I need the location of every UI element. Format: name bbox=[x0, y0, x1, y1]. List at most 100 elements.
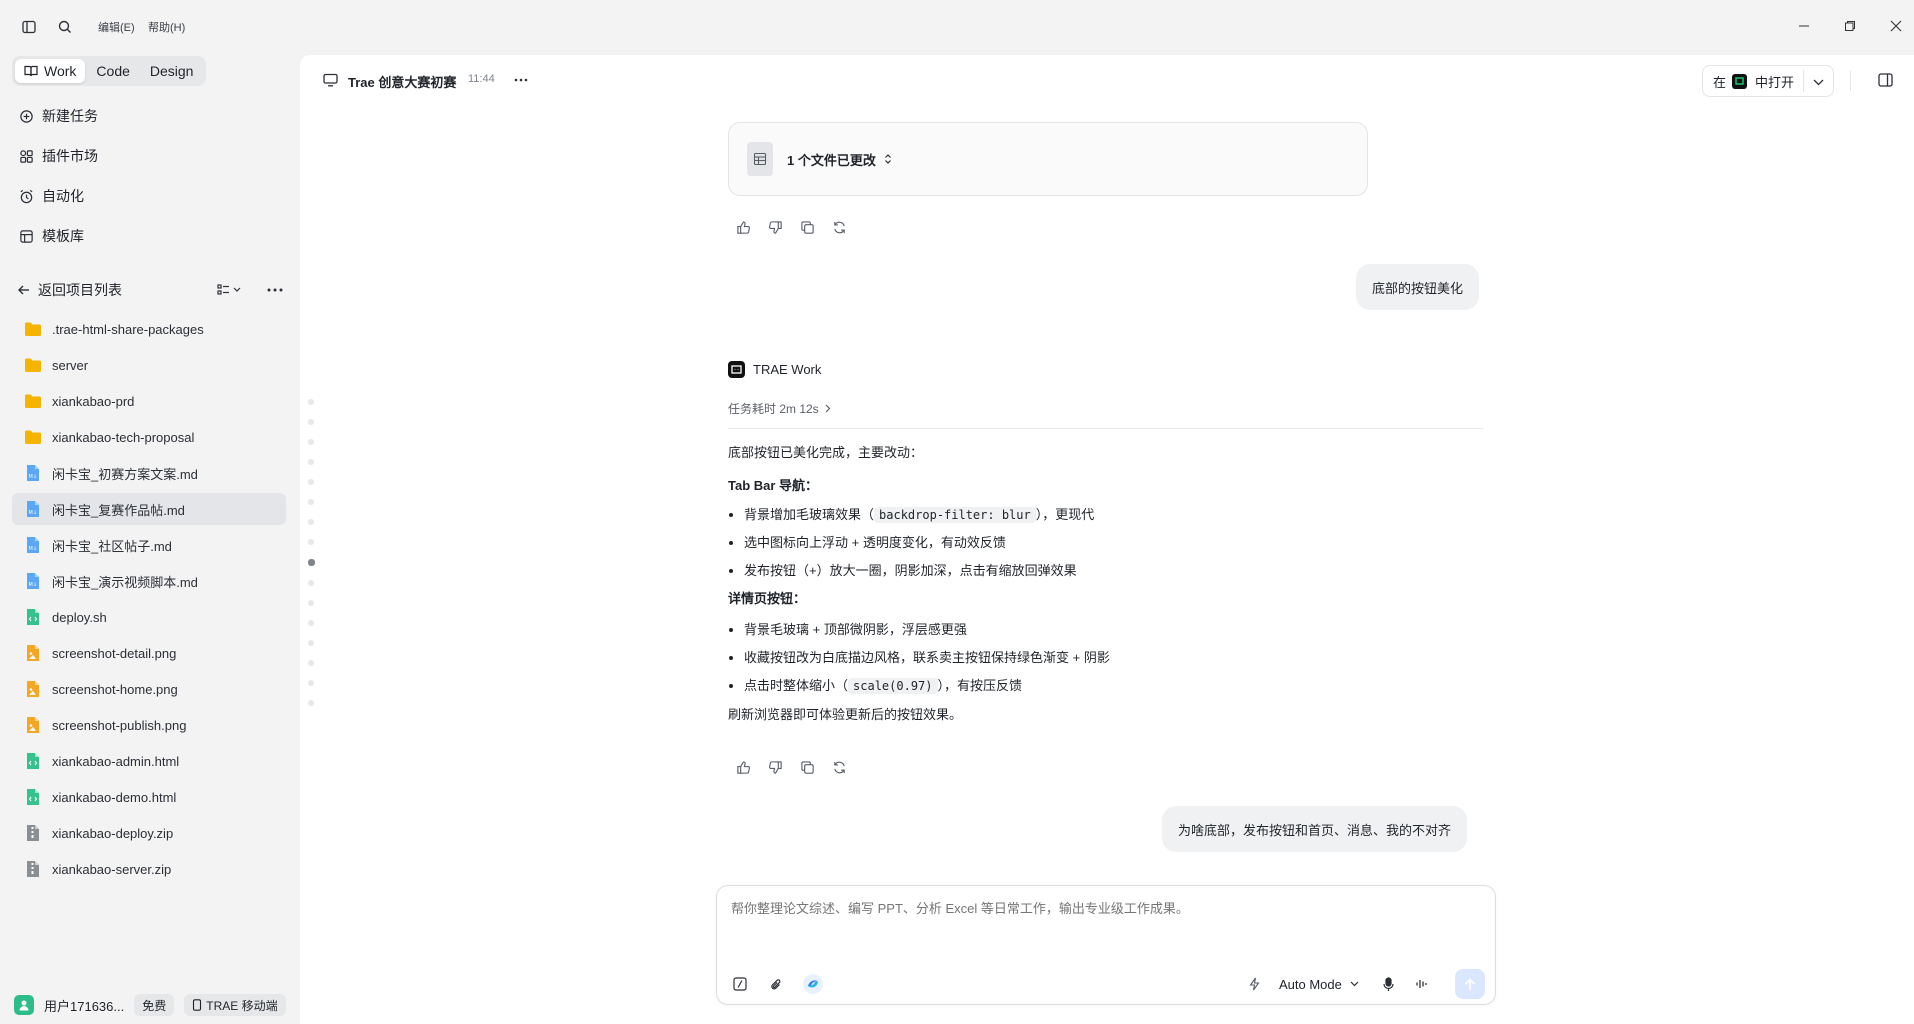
folder-item[interactable]: .trae-html-share-packages bbox=[12, 313, 286, 345]
file-item[interactable]: M↓ 闲卡宝_初赛方案文案.md bbox=[12, 457, 286, 489]
divider bbox=[728, 428, 1484, 429]
file-item[interactable]: screenshot-home.png bbox=[12, 673, 286, 705]
markdown-file-icon: M↓ bbox=[24, 572, 42, 590]
prompt-input[interactable] bbox=[731, 898, 1481, 952]
conversation-title: Trae 创意大赛初赛 bbox=[348, 75, 457, 90]
menu-edit[interactable]: 编辑(E) bbox=[98, 19, 135, 35]
regenerate-icon[interactable] bbox=[830, 218, 848, 236]
task-duration-toggle[interactable]: 任务耗时 2m 12s bbox=[728, 400, 831, 417]
folder-icon bbox=[24, 428, 42, 446]
folder-item[interactable]: xiankabao-prd bbox=[12, 385, 286, 417]
thumbs-up-icon[interactable] bbox=[734, 218, 752, 236]
mode-tab-label: Work bbox=[44, 63, 77, 79]
send-button[interactable] bbox=[1455, 969, 1485, 999]
arrow-left-icon[interactable] bbox=[16, 282, 32, 298]
lightning-icon[interactable] bbox=[1245, 975, 1263, 993]
nav-templates[interactable]: 模板库 bbox=[18, 224, 84, 248]
file-name: xiankabao-tech-proposal bbox=[52, 429, 195, 445]
message-actions bbox=[734, 218, 848, 238]
thumbs-down-icon[interactable] bbox=[766, 218, 784, 236]
file-item[interactable]: deploy.sh bbox=[12, 601, 286, 633]
code-file-icon bbox=[24, 608, 42, 626]
changed-files-label: 1 个文件已更改 bbox=[787, 152, 876, 168]
image-file-icon bbox=[24, 680, 42, 698]
trae-logo-icon bbox=[728, 361, 745, 378]
voice-wave-icon[interactable] bbox=[1413, 975, 1431, 993]
file-item[interactable]: M↓ 闲卡宝_演示视频脚本.md bbox=[12, 565, 286, 597]
file-item[interactable]: screenshot-publish.png bbox=[12, 709, 286, 741]
nav-automation[interactable]: 自动化 bbox=[18, 184, 84, 208]
regenerate-icon[interactable] bbox=[830, 758, 848, 776]
app-connector-icon[interactable] bbox=[803, 974, 823, 994]
folder-icon bbox=[24, 392, 42, 410]
arrow-up-icon bbox=[1464, 977, 1476, 990]
thumbs-down-icon[interactable] bbox=[766, 758, 784, 776]
microphone-icon[interactable] bbox=[1379, 975, 1397, 993]
maximize-icon[interactable] bbox=[1838, 14, 1862, 38]
file-name: deploy.sh bbox=[52, 609, 107, 625]
mode-tab-label: Code bbox=[96, 63, 130, 79]
user-name[interactable]: 用户171636... bbox=[44, 996, 124, 1015]
open-in-label: 中打开 bbox=[1755, 74, 1795, 90]
paperclip-icon[interactable] bbox=[767, 975, 785, 993]
avatar[interactable] bbox=[14, 995, 34, 1015]
minimize-icon[interactable] bbox=[1792, 14, 1816, 38]
nav-label: 插件市场 bbox=[42, 148, 98, 164]
markdown-file-icon: M↓ bbox=[24, 536, 42, 554]
changed-files-card[interactable]: 1 个文件已更改 bbox=[728, 122, 1368, 196]
file-item[interactable]: M↓ 闲卡宝_社区帖子.md bbox=[12, 529, 286, 561]
mode-tab-code[interactable]: Code bbox=[87, 59, 138, 83]
chevron-down-icon[interactable] bbox=[1811, 75, 1825, 89]
bullet-text: ），有按压反馈 bbox=[937, 678, 1023, 693]
copy-icon[interactable] bbox=[798, 758, 816, 776]
phone-icon bbox=[192, 999, 202, 1011]
reply-section-title: 详情页按钮： bbox=[728, 591, 807, 606]
file-name: 闲卡宝_演示视频脚本.md bbox=[52, 574, 198, 590]
expand-toggle-icon[interactable] bbox=[884, 153, 892, 165]
back-to-projects-link[interactable]: 返回项目列表 bbox=[38, 280, 122, 300]
file-name: server bbox=[52, 357, 89, 373]
inline-code: backdrop-filter: blur bbox=[874, 507, 1036, 523]
mobile-app-button[interactable]: TRAE 移动端 bbox=[184, 994, 286, 1016]
thumbs-up-icon[interactable] bbox=[734, 758, 752, 776]
nav-plugins[interactable]: 插件市场 bbox=[18, 144, 98, 168]
image-file-icon bbox=[24, 644, 42, 662]
file-item[interactable]: xiankabao-server.zip bbox=[12, 853, 286, 885]
file-item[interactable]: xiankabao-deploy.zip bbox=[12, 817, 286, 849]
view-toggle-icon[interactable] bbox=[216, 282, 246, 298]
divider bbox=[1803, 70, 1804, 92]
bullet-text: 背景增加毛玻璃效果（ bbox=[744, 507, 875, 522]
copy-icon[interactable] bbox=[798, 218, 816, 236]
divider bbox=[1850, 71, 1851, 91]
folder-item[interactable]: server bbox=[12, 349, 286, 381]
open-in-app-button[interactable]: 在 中打开 bbox=[1702, 65, 1834, 97]
more-options-icon[interactable] bbox=[266, 282, 284, 298]
file-name: screenshot-publish.png bbox=[52, 717, 187, 733]
markdown-file-icon: M↓ bbox=[24, 464, 42, 482]
file-name: xiankabao-server.zip bbox=[52, 861, 172, 877]
folder-icon bbox=[24, 356, 42, 374]
file-name: 闲卡宝_社区帖子.md bbox=[52, 538, 172, 554]
sidebar-toggle-icon[interactable] bbox=[18, 16, 40, 38]
close-icon[interactable] bbox=[1884, 14, 1908, 38]
more-options-icon[interactable] bbox=[512, 72, 530, 88]
search-icon[interactable] bbox=[54, 16, 76, 38]
model-mode-select[interactable]: Auto Mode bbox=[1279, 974, 1359, 994]
file-item[interactable]: screenshot-detail.png bbox=[12, 637, 286, 669]
mode-tab-work[interactable]: Work bbox=[15, 59, 86, 83]
conversation-time: 11:44 bbox=[468, 73, 495, 85]
file-item[interactable]: xiankabao-demo.html bbox=[12, 781, 286, 813]
mode-tab-design[interactable]: Design bbox=[141, 59, 203, 83]
menu-help[interactable]: 帮助(H) bbox=[148, 19, 185, 35]
file-item[interactable]: xiankabao-admin.html bbox=[12, 745, 286, 777]
nav-new-task[interactable]: 新建任务 bbox=[18, 104, 98, 128]
message-navigator[interactable] bbox=[308, 399, 315, 720]
nav-label: 模板库 bbox=[42, 228, 84, 244]
panel-toggle-icon[interactable] bbox=[1876, 71, 1894, 89]
code-file-icon bbox=[24, 752, 42, 770]
file-item[interactable]: M↓ 闲卡宝_复赛作品帖.md bbox=[12, 493, 286, 525]
file-name: xiankabao-prd bbox=[52, 393, 135, 409]
slash-command-icon[interactable] bbox=[731, 975, 749, 993]
folder-item[interactable]: xiankabao-tech-proposal bbox=[12, 421, 286, 453]
project-header: 返回项目列表 bbox=[16, 278, 286, 302]
